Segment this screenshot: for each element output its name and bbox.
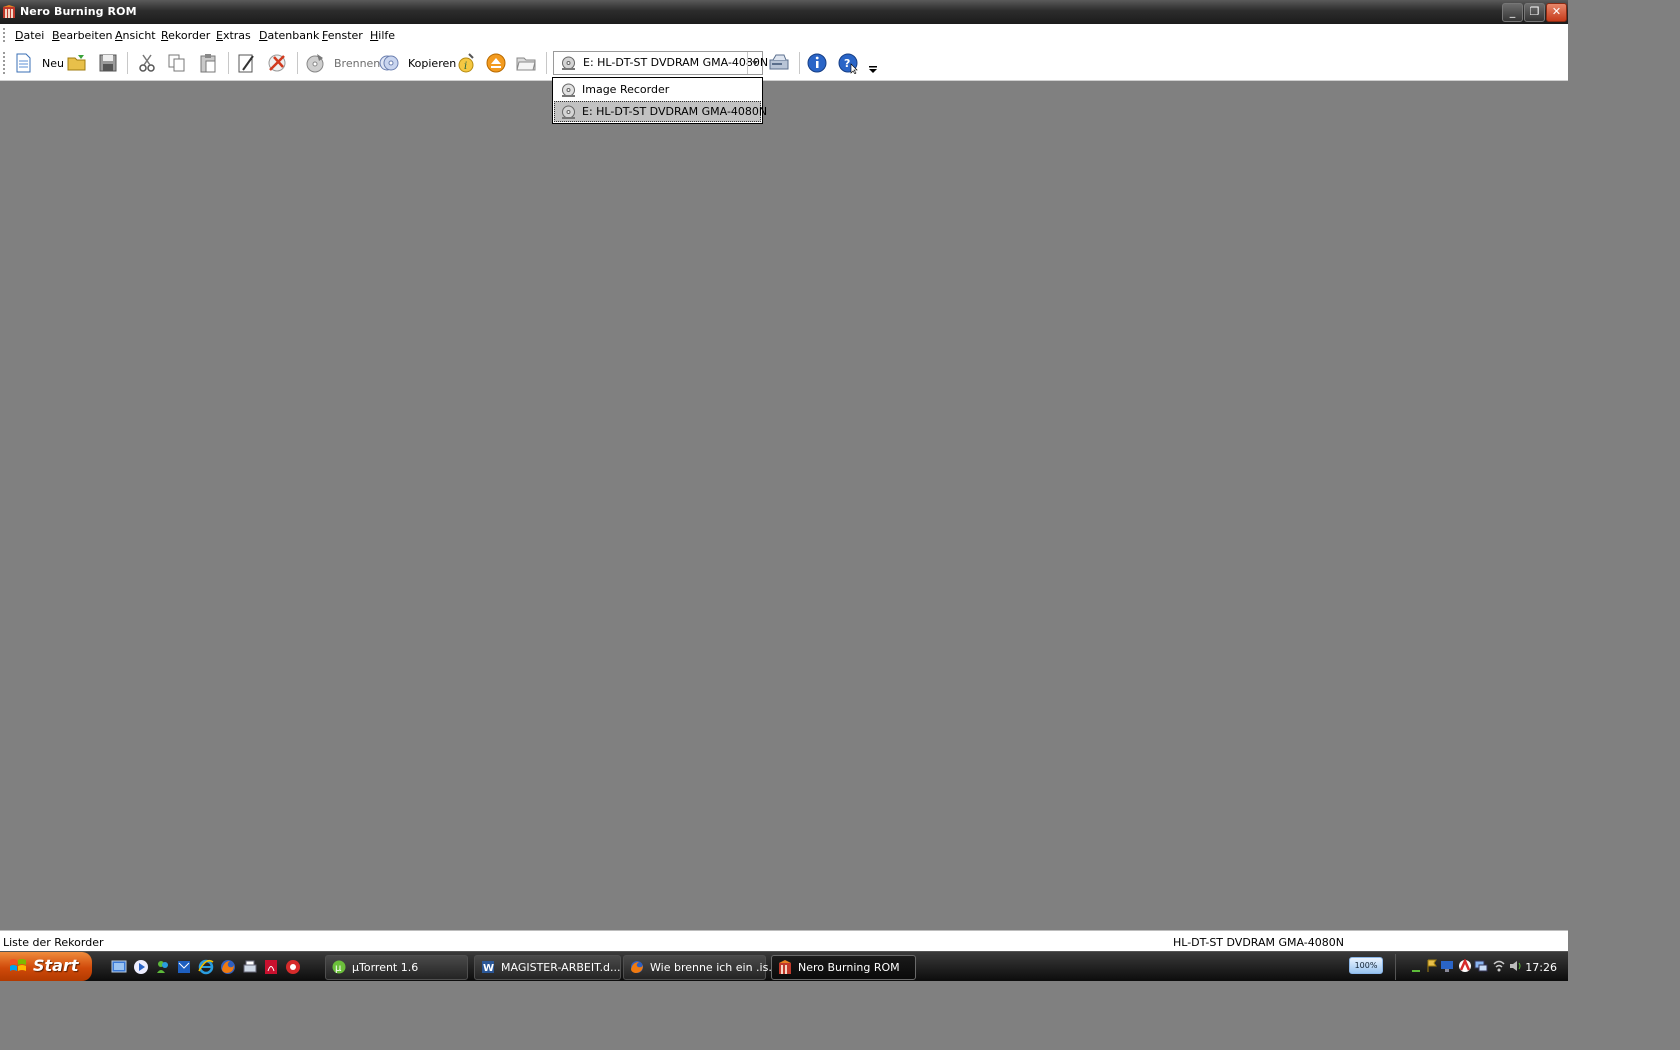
toolbar-separator — [297, 52, 298, 74]
status-text: Liste der Rekorder — [3, 936, 104, 949]
svg-text:?: ? — [844, 57, 850, 70]
eject-icon[interactable] — [485, 52, 507, 74]
burn-icon[interactable] — [304, 52, 326, 74]
internet-explorer-icon[interactable] — [198, 959, 214, 975]
cut-icon[interactable] — [136, 52, 158, 74]
workspace[interactable] — [1, 81, 1567, 929]
toolbar-overflow-icon[interactable] — [866, 52, 880, 74]
status-recorder: HL-DT-ST DVDRAM GMA-4080N — [1173, 936, 1344, 949]
paste-icon[interactable] — [197, 52, 219, 74]
menu-rekorder[interactable]: Rekorder — [158, 28, 213, 43]
recorder-select[interactable]: E: HL-DT-ST DVDRAM GMA-4080N — [553, 51, 768, 75]
show-desktop-icon[interactable] — [111, 959, 127, 975]
task-utorrent[interactable]: µ µTorrent 1.6 — [325, 955, 468, 980]
menu-bearbeiten[interactable]: Bearbeiten — [49, 28, 115, 43]
firefox-icon — [631, 961, 643, 973]
toolbar-separator — [799, 52, 800, 74]
menu-bar: Datei Bearbeiten Ansicht Rekorder Extras… — [0, 24, 1568, 46]
menu-extras[interactable]: Extras — [213, 28, 254, 43]
media-player-icon[interactable] — [133, 959, 149, 975]
recorder-select-dropdown-button[interactable] — [747, 52, 762, 74]
task-nero[interactable]: Nero Burning ROM — [771, 955, 916, 980]
recorder-drive-icon — [562, 56, 575, 70]
new-label[interactable]: Neu — [42, 57, 64, 70]
window-title: Nero Burning ROM — [20, 5, 137, 18]
menu-datenbank[interactable]: Datenbank — [256, 28, 322, 43]
recorder-select-value: E: HL-DT-ST DVDRAM GMA-4080N — [583, 56, 769, 69]
recorder-icon[interactable] — [768, 52, 790, 74]
about-icon[interactable] — [806, 52, 828, 74]
restore-button[interactable]: ❐ — [1524, 3, 1545, 22]
browse-folder-icon[interactable] — [515, 52, 537, 74]
nero-app-icon — [3, 5, 15, 18]
clock[interactable]: 17:26 — [1525, 961, 1557, 974]
open-folder-icon[interactable] — [66, 52, 88, 74]
new-document-icon[interactable] — [12, 52, 34, 74]
menu-fenster[interactable]: Fenster — [319, 28, 366, 43]
tray-network-icon[interactable] — [1410, 960, 1422, 974]
acrobat-icon[interactable] — [263, 959, 279, 975]
toolbar: Neu Brennen Kopieren i ? — [0, 46, 1568, 81]
title-bar: Nero Burning ROM _ ❐ ✕ — [0, 0, 1568, 24]
outlook-icon[interactable] — [176, 959, 192, 975]
battery-indicator[interactable]: 100% — [1349, 957, 1383, 974]
tray-volume-icon[interactable] — [1508, 959, 1522, 973]
svg-text:W: W — [483, 963, 494, 974]
status-bar: Liste der Rekorder HL-DT-ST DVDRAM GMA-4… — [0, 930, 1568, 952]
erase-disc-icon[interactable] — [266, 52, 288, 74]
task-firefox[interactable]: Wie brenne ich ein .is... — [623, 955, 779, 980]
system-tray: 17:26 — [1395, 954, 1569, 980]
toolbar-separator — [228, 52, 229, 74]
task-word-document[interactable]: W MAGISTER-ARBEIT.d... — [474, 955, 621, 980]
windows-flag-icon — [10, 959, 26, 971]
tray-display-icon[interactable] — [1474, 959, 1488, 973]
copy-disc-icon[interactable] — [378, 52, 400, 74]
firefox-icon[interactable] — [220, 959, 236, 975]
tray-monitor-icon[interactable] — [1440, 959, 1454, 973]
menu-grip[interactable] — [3, 28, 8, 42]
disc-info-icon[interactable]: i — [455, 52, 477, 74]
start-button[interactable]: Start — [0, 952, 92, 981]
utorrent-icon: µ — [332, 960, 346, 974]
edit-icon[interactable] — [235, 52, 257, 74]
acrobat-reader-icon[interactable] — [285, 959, 301, 975]
tray-antivirus-icon[interactable] — [1458, 959, 1472, 973]
word-icon: W — [482, 961, 494, 974]
toolbar-grip[interactable] — [3, 52, 8, 74]
taskbar: Start µ µTorrent 1.6 W MAGISTER-ARBEIT.d… — [0, 951, 1568, 981]
minimize-button[interactable]: _ — [1502, 3, 1523, 22]
burn-label[interactable]: Brennen — [334, 57, 380, 70]
menu-datei[interactable]: Datei — [12, 28, 47, 43]
tray-wireless-icon[interactable] — [1492, 959, 1506, 973]
svg-text:i: i — [464, 61, 467, 72]
help-icon[interactable]: ? — [837, 52, 859, 74]
nero-icon — [779, 960, 791, 974]
menu-ansicht[interactable]: Ansicht — [112, 28, 159, 43]
copy-disc-label[interactable]: Kopieren — [408, 57, 456, 70]
menu-hilfe[interactable]: Hilfe — [367, 28, 398, 43]
svg-text:µ: µ — [335, 963, 342, 974]
save-icon[interactable] — [97, 52, 119, 74]
toolbar-separator — [127, 52, 128, 74]
scanner-icon[interactable] — [242, 959, 258, 975]
copy-icon[interactable] — [166, 52, 188, 74]
messenger-icon[interactable] — [155, 959, 171, 975]
tray-flag-icon[interactable] — [1426, 959, 1438, 973]
close-button[interactable]: ✕ — [1546, 3, 1567, 22]
toolbar-separator — [546, 52, 547, 74]
